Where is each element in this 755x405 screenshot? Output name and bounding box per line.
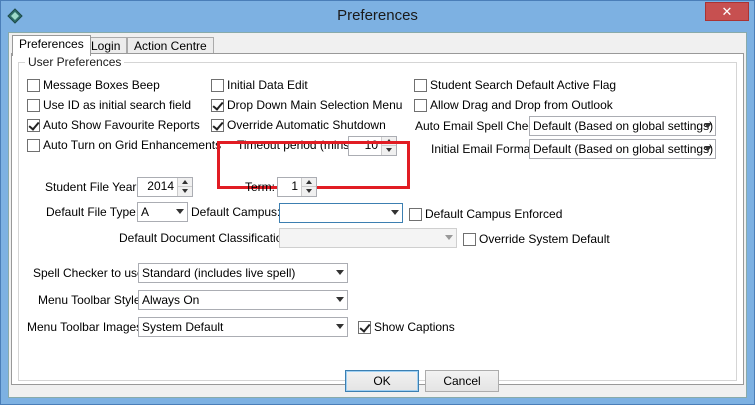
default-doc-class-label: Default Document Classification:	[119, 231, 293, 245]
checkbox-box	[27, 118, 40, 132]
default-campus-select[interactable]	[279, 203, 403, 223]
checkbox-box	[463, 232, 476, 246]
menu-toolbar-images-label: Menu Toolbar Images:	[27, 320, 146, 334]
initial-data-edit-checkbox[interactable]: Initial Data Edit	[211, 77, 308, 93]
menu-toolbar-style-label: Menu Toolbar Style:	[38, 293, 144, 307]
cancel-button[interactable]: Cancel	[425, 370, 499, 392]
checkbox-box	[211, 118, 224, 132]
chevron-down-icon	[176, 209, 184, 214]
select-value: Standard (includes live spell)	[142, 266, 296, 280]
default-campus-label: Default Campus:	[191, 205, 281, 219]
checkbox-box	[27, 98, 40, 112]
preferences-panel: User Preferences Message Boxes Beep Use …	[11, 53, 744, 385]
student-search-flag-checkbox[interactable]: Student Search Default Active Flag	[414, 77, 616, 93]
select-value: Default (Based on global settings)	[533, 142, 714, 156]
preferences-window: Preferences ✕ Preferences Login Action C…	[0, 0, 755, 405]
checkbox-label: Auto Show Favourite Reports	[43, 118, 200, 132]
checkbox-label: Override System Default	[479, 232, 610, 246]
select-value: System Default	[142, 320, 224, 334]
checkbox-label: Allow Drag and Drop from Outlook	[430, 98, 613, 112]
checkbox-box	[211, 98, 224, 112]
checkbox-box	[27, 138, 40, 152]
drop-down-menu-checkbox[interactable]: Drop Down Main Selection Menu	[211, 97, 402, 113]
checkbox-label: Drop Down Main Selection Menu	[227, 98, 403, 112]
chevron-down-icon	[336, 297, 344, 302]
default-campus-enforced-checkbox[interactable]: Default Campus Enforced	[409, 206, 562, 222]
menu-toolbar-images-select[interactable]: System Default	[138, 317, 348, 337]
checkbox-label: Show Captions	[374, 320, 455, 334]
chevron-down-icon	[336, 324, 344, 329]
chevron-down-icon	[391, 210, 399, 215]
checkbox-box	[358, 320, 371, 334]
spin-down-icon[interactable]	[302, 187, 316, 196]
auto-email-spell-label: Auto Email Spell Check:	[415, 119, 544, 133]
checkbox-label: Override Automatic Shutdown	[227, 118, 386, 132]
term-value: 1	[291, 179, 298, 193]
chevron-down-icon	[445, 235, 453, 240]
checkbox-label: Default Campus Enforced	[425, 207, 563, 221]
override-shutdown-checkbox[interactable]: Override Automatic Shutdown	[211, 117, 386, 133]
allow-drag-drop-checkbox[interactable]: Allow Drag and Drop from Outlook	[414, 97, 613, 113]
chevron-down-icon	[704, 146, 712, 151]
initial-email-format-select[interactable]: Default (Based on global settings)	[529, 139, 716, 159]
checkbox-box	[409, 207, 422, 221]
tab-preferences[interactable]: Preferences	[12, 35, 91, 56]
show-captions-checkbox[interactable]: Show Captions	[358, 319, 455, 335]
checkbox-box	[414, 78, 427, 92]
spin-down-icon[interactable]	[178, 187, 192, 196]
group-label: User Preferences	[25, 55, 125, 69]
student-file-year-value: 2014	[147, 179, 174, 193]
term-stepper[interactable]: 1	[277, 177, 317, 197]
checkbox-box	[211, 78, 224, 92]
default-file-type-label: Default File Type:	[46, 205, 140, 219]
window-title: Preferences	[337, 7, 418, 24]
user-preferences-group: User Preferences Message Boxes Beep Use …	[18, 55, 737, 381]
override-system-default-checkbox[interactable]: Override System Default	[463, 231, 610, 247]
title-bar[interactable]: Preferences ✕	[1, 1, 754, 32]
menu-toolbar-style-select[interactable]: Always On	[138, 290, 348, 310]
close-icon[interactable]: ✕	[705, 2, 749, 21]
message-boxes-beep-checkbox[interactable]: Message Boxes Beep	[27, 77, 160, 93]
checkbox-label: Auto Turn on Grid Enhancements	[43, 138, 222, 152]
checkbox-box	[27, 78, 40, 92]
select-value: Default (Based on global settings)	[533, 119, 714, 133]
select-value: A	[141, 205, 150, 219]
term-label: Term:	[245, 180, 275, 194]
select-value: Always On	[142, 293, 200, 307]
initial-email-format-label: Initial Email Format:	[431, 142, 538, 156]
default-file-type-select[interactable]: A	[137, 202, 188, 222]
student-file-year-stepper[interactable]: 2014	[137, 177, 193, 197]
checkbox-box	[414, 98, 427, 112]
default-doc-class-select[interactable]	[279, 228, 457, 248]
spin-up-icon[interactable]	[178, 178, 192, 187]
auto-turn-grid-checkbox[interactable]: Auto Turn on Grid Enhancements	[27, 137, 221, 153]
spin-up-icon[interactable]	[302, 178, 316, 187]
spell-checker-label: Spell Checker to use:	[33, 266, 148, 280]
auto-show-favourite-reports-checkbox[interactable]: Auto Show Favourite Reports	[27, 117, 200, 133]
chevron-down-icon	[704, 123, 712, 128]
checkbox-label: Student Search Default Active Flag	[430, 78, 617, 92]
client-area: Preferences Login Action Centre User Pre…	[8, 32, 747, 398]
spell-checker-select[interactable]: Standard (includes live spell)	[138, 263, 348, 283]
use-id-search-checkbox[interactable]: Use ID as initial search field	[27, 97, 191, 113]
ok-button[interactable]: OK	[345, 370, 419, 392]
auto-email-spell-select[interactable]: Default (Based on global settings)	[529, 116, 716, 136]
checkbox-label: Initial Data Edit	[227, 78, 308, 92]
checkbox-label: Message Boxes Beep	[43, 78, 160, 92]
student-file-year-label: Student File Year:	[45, 180, 140, 194]
chevron-down-icon	[336, 270, 344, 275]
checkbox-label: Use ID as initial search field	[43, 98, 192, 112]
